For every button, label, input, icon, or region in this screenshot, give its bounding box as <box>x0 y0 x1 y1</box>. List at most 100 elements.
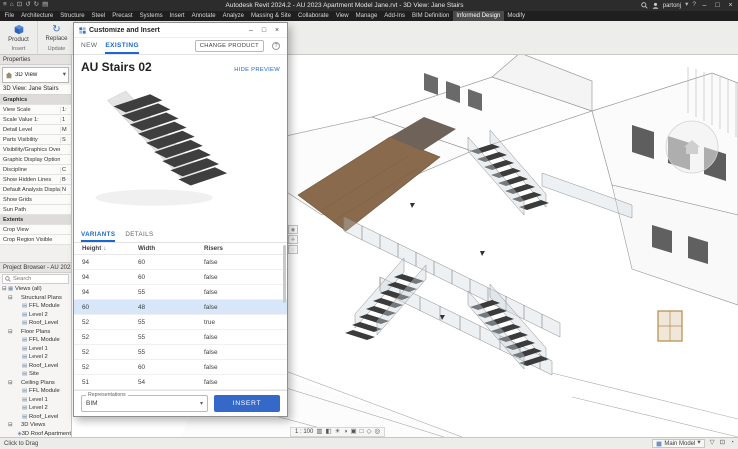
browser-item[interactable]: ⊟ Ceiling Plans <box>0 379 71 388</box>
crop-view-icon[interactable]: ▣ <box>350 429 356 436</box>
change-product-button[interactable]: CHANGE PRODUCT <box>195 40 264 52</box>
browser-item[interactable]: ▤ Roof_Level <box>0 362 71 371</box>
print-icon[interactable]: ▤ <box>42 2 48 9</box>
unlocked-view-icon[interactable]: ◇ <box>367 429 372 436</box>
pan-icon[interactable]: ✛ <box>288 235 298 244</box>
ribbon-tab[interactable]: Systems <box>136 11 166 21</box>
property-row[interactable]: Discipline C <box>0 165 71 175</box>
project-browser-header[interactable]: Project Browser - AU 2023 Ap... <box>0 263 71 273</box>
property-row[interactable]: Show Hidden Lines B <box>0 175 71 185</box>
hide-preview-link[interactable]: HIDE PREVIEW <box>234 67 280 73</box>
ribbon-tab[interactable]: Architecture <box>18 11 57 21</box>
shadows-icon[interactable]: ◑ <box>344 429 348 436</box>
variant-row[interactable]: 60 48 false <box>74 300 287 315</box>
dialog-minimize-button[interactable]: – <box>246 27 256 34</box>
browser-item[interactable]: ⊟ 3D Views <box>0 421 71 430</box>
browser-item[interactable]: ⊟ Floor Plans <box>0 328 71 337</box>
zoom-icon[interactable]: ◌ <box>288 245 298 254</box>
isolate-icon[interactable]: ◎ <box>375 429 381 436</box>
browser-item[interactable]: ▤ Level 2 <box>0 404 71 413</box>
ribbon-tab[interactable]: Massing & Site <box>247 11 294 21</box>
user-name[interactable]: partonj <box>663 3 681 9</box>
property-row[interactable]: Crop Region Visible <box>0 235 71 245</box>
variant-row[interactable]: 94 60 false <box>74 270 287 285</box>
browser-item[interactable]: ▤ Level 2 <box>0 311 71 320</box>
browser-item[interactable]: ▤ Roof_Level <box>0 413 71 422</box>
ribbon-tab[interactable]: Steel <box>88 11 109 21</box>
help-icon[interactable]: ? <box>692 2 696 9</box>
minimize-button[interactable]: – <box>700 2 709 9</box>
browser-item[interactable]: ▤ FFL Module <box>0 302 71 311</box>
product-button[interactable]: Product <box>0 21 37 46</box>
expander-icon[interactable]: ⊟ <box>8 329 14 335</box>
variant-row[interactable]: 52 55 false <box>74 345 287 360</box>
insert-button[interactable]: INSERT <box>214 395 280 412</box>
replace-button[interactable]: ↻ Replace <box>38 21 75 46</box>
sort-desc-icon[interactable]: ↓ <box>103 246 106 252</box>
ribbon-tab[interactable]: Analyze <box>219 11 247 21</box>
filter-icon[interactable]: ▽ <box>710 440 715 447</box>
view-scale-control[interactable]: 1 : 100 <box>295 429 313 435</box>
select-toggle-icon[interactable]: ⊡ <box>720 440 725 447</box>
ribbon-tab[interactable]: Structure <box>57 11 88 21</box>
properties-palette-header[interactable]: Properties <box>0 55 71 65</box>
browser-item[interactable]: ▤ FFL Module <box>0 336 71 345</box>
browser-item[interactable]: ◈ 3D Roof Apartment <box>0 430 71 438</box>
search-icon[interactable] <box>641 2 648 9</box>
browser-item[interactable]: ▤ FFL Module <box>0 387 71 396</box>
ribbon-tab[interactable]: Informed Design <box>453 11 504 21</box>
visual-style-icon[interactable]: ◧ <box>326 429 332 436</box>
sun-path-icon[interactable]: ☀ <box>335 429 341 436</box>
dialog-help-icon[interactable]: ? <box>272 42 280 50</box>
tab-existing[interactable]: EXISTING <box>105 38 139 54</box>
browser-item[interactable]: ▤ Roof_Level <box>0 319 71 328</box>
search-input[interactable] <box>13 276 66 282</box>
maximize-button[interactable]: □ <box>713 2 722 9</box>
tab-details[interactable]: DETAILS <box>125 228 153 242</box>
ribbon-tab[interactable]: Annotate <box>188 11 219 21</box>
property-row[interactable]: Scale Value 1: 1 <box>0 115 71 125</box>
browser-item[interactable]: ▤ Level 1 <box>0 345 71 354</box>
redo-icon[interactable]: ↻ <box>34 2 39 9</box>
variant-row[interactable]: 52 60 false <box>74 360 287 375</box>
browser-item[interactable]: ▤ Site <box>0 370 71 379</box>
variant-row[interactable]: 52 55 true <box>74 315 287 330</box>
property-row[interactable]: Crop View <box>0 225 71 235</box>
browser-item[interactable]: ▤ Level 1 <box>0 396 71 405</box>
expander-icon[interactable]: ⊟ <box>8 422 14 428</box>
close-button[interactable]: × <box>726 2 735 9</box>
ribbon-tab[interactable]: Collaborate <box>295 11 333 21</box>
header-risers[interactable]: Risers <box>204 245 287 252</box>
property-row[interactable]: Default Analysis Display... N <box>0 185 71 195</box>
expander-icon[interactable]: ⊟ <box>8 380 14 386</box>
browser-item[interactable]: ▤ Level 2 <box>0 353 71 362</box>
type-selector-chevron-icon[interactable]: ▾ <box>63 72 66 79</box>
property-row[interactable]: Extents <box>0 215 71 225</box>
type-selector[interactable]: 3D View ▾ <box>2 67 69 83</box>
property-row[interactable]: Show Grids <box>0 195 71 205</box>
tab-new[interactable]: NEW <box>81 38 97 54</box>
ribbon-tab[interactable]: Modify <box>504 11 529 21</box>
save-icon[interactable]: ⊡ <box>17 2 22 9</box>
property-row[interactable]: Detail Level M <box>0 125 71 135</box>
expander-icon[interactable]: ⊟ <box>8 295 14 301</box>
variant-row[interactable]: 52 55 false <box>74 330 287 345</box>
table-scrollbar[interactable] <box>283 245 286 303</box>
variant-row[interactable]: 94 60 false <box>74 255 287 270</box>
user-menu-chevron-icon[interactable]: ▾ <box>685 2 688 9</box>
header-height[interactable]: Height↓ <box>74 245 138 252</box>
representations-dropdown[interactable]: Representations BIM ▾ <box>81 395 208 412</box>
app-menu-icon[interactable]: ≡ <box>3 2 7 9</box>
ribbon-tab[interactable]: Precast <box>109 11 136 21</box>
ribbon-tab[interactable]: View <box>332 11 352 21</box>
property-row[interactable]: View Scale 1: <box>0 105 71 115</box>
property-row[interactable]: Visibility/Graphics Over... <box>0 145 71 155</box>
ribbon-tab[interactable]: File <box>1 11 18 21</box>
ribbon-tab[interactable]: Manage <box>352 11 381 21</box>
variant-row[interactable]: 94 55 false <box>74 285 287 300</box>
show-crop-icon[interactable]: □ <box>360 429 364 436</box>
ribbon-tab[interactable]: BIM Definition <box>408 11 452 21</box>
background-processes-icon[interactable]: ◔ <box>730 440 734 447</box>
property-row[interactable]: Graphics <box>0 95 71 105</box>
browser-item[interactable]: ⊟ ▦ Views (all) <box>0 285 71 294</box>
